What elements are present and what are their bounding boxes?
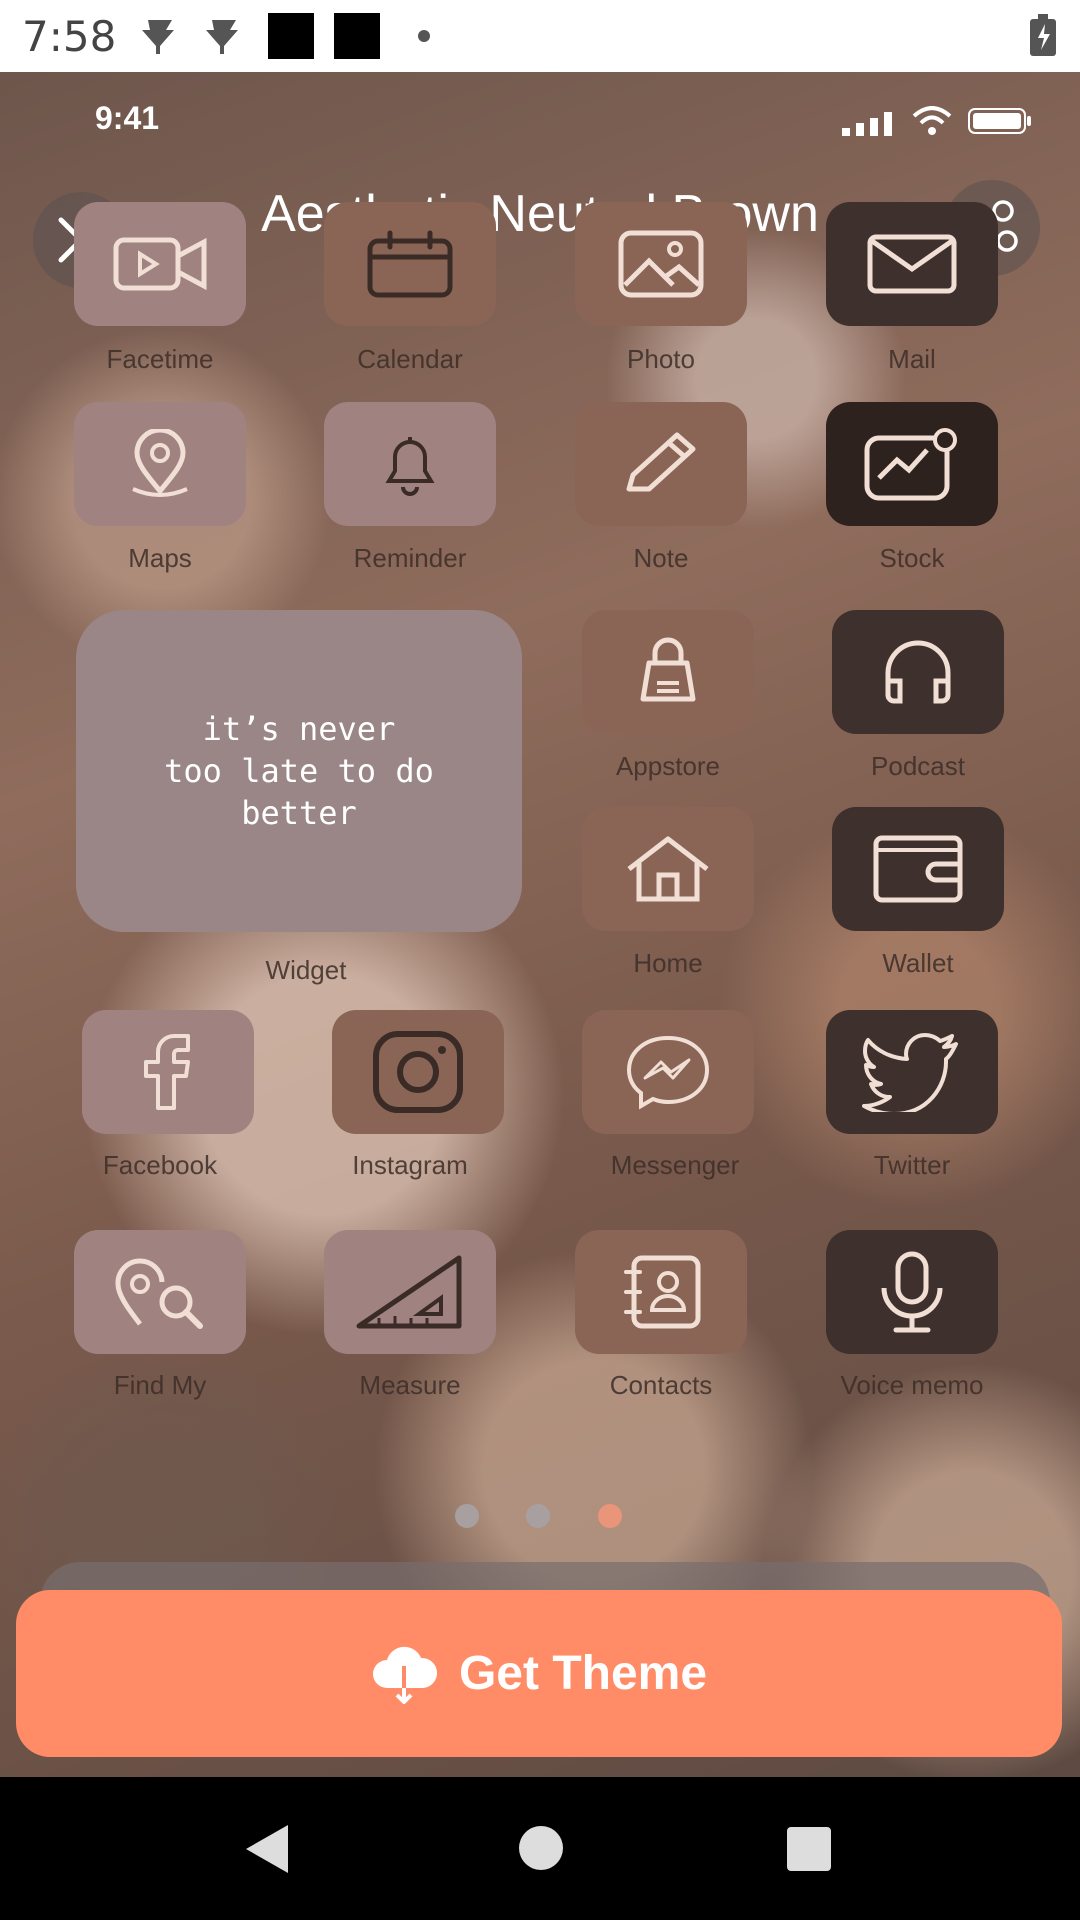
app-label: Facebook — [102, 1150, 218, 1180]
wifi-icon — [912, 106, 952, 141]
stock-chart-icon — [864, 428, 957, 501]
app-label: Mail — [888, 344, 936, 374]
contacts-book-icon — [624, 1255, 701, 1329]
find-my-icon — [115, 1258, 203, 1329]
app-label: Stock — [879, 543, 945, 573]
get-theme-label: Get Theme — [458, 1647, 708, 1700]
app-maps[interactable] — [74, 402, 246, 526]
app-facebook[interactable] — [82, 1010, 254, 1134]
preview-status-bar: 9:41 — [0, 72, 1080, 172]
photo-icon — [618, 230, 704, 298]
microphone-icon — [881, 1251, 943, 1333]
system-navigation-bar — [0, 1777, 1080, 1920]
headphones-icon — [885, 640, 951, 704]
page-dot-active[interactable] — [598, 1504, 622, 1528]
app-wallet[interactable] — [832, 807, 1004, 931]
theme-title: Aesthetic Neutral Brown — [261, 185, 819, 243]
get-theme-button[interactable]: Get Theme — [16, 1590, 1062, 1757]
app-messenger[interactable] — [582, 1010, 754, 1134]
app-label: Contacts — [609, 1370, 713, 1400]
video-camera-icon — [113, 237, 207, 291]
messenger-icon — [626, 1035, 710, 1110]
app-label: Voice memo — [840, 1370, 984, 1400]
preview-time: 9:41 — [95, 100, 160, 136]
theme-preview[interactable]: 9:41 Aesthetic Neutral Brown Facetime Ca… — [0, 72, 1080, 1777]
page-indicator — [0, 1504, 1080, 1534]
app-label: Photo — [627, 344, 695, 374]
app-label: Calendar — [357, 344, 463, 374]
app-label: Home — [633, 948, 703, 978]
shopping-bag-icon — [640, 637, 696, 702]
mail-icon — [867, 234, 957, 294]
bell-icon — [385, 437, 435, 496]
app-label: Messenger — [610, 1150, 740, 1180]
wallet-icon — [873, 835, 963, 903]
app-home[interactable] — [582, 807, 754, 931]
app-photo[interactable] — [575, 202, 747, 326]
app-voice-memo[interactable] — [826, 1230, 998, 1354]
quote-widget[interactable]: it’s never too late to do better — [76, 610, 522, 932]
system-time: 7:58 — [22, 12, 117, 61]
ruler-triangle-icon — [356, 1255, 462, 1329]
pencil-icon — [626, 432, 696, 492]
notification-icon — [204, 12, 244, 63]
app-reminder[interactable] — [324, 402, 496, 526]
app-find-my[interactable] — [74, 1230, 246, 1354]
app-label: Instagram — [352, 1150, 468, 1180]
app-label: Maps — [128, 543, 192, 573]
app-podcast[interactable] — [832, 610, 1004, 734]
back-button[interactable] — [244, 1823, 290, 1880]
notification-square-icon — [334, 13, 380, 59]
widget-label: Widget — [265, 955, 347, 985]
app-instagram[interactable] — [332, 1010, 504, 1134]
app-label: Find My — [113, 1370, 207, 1400]
signal-icon — [842, 112, 896, 141]
app-facetime[interactable] — [74, 202, 246, 326]
house-icon — [627, 836, 709, 902]
twitter-icon — [862, 1033, 958, 1112]
more-notifications-dot-icon — [418, 30, 430, 42]
page-dot[interactable] — [526, 1504, 550, 1528]
page-dot[interactable] — [455, 1504, 479, 1528]
app-label: Reminder — [353, 543, 467, 573]
app-measure[interactable] — [324, 1230, 496, 1354]
instagram-icon — [373, 1031, 463, 1113]
battery-charging-icon — [1030, 14, 1056, 61]
app-stock[interactable] — [826, 402, 998, 526]
back-triangle-icon — [246, 1825, 288, 1873]
app-label: Measure — [359, 1370, 461, 1400]
app-label: Podcast — [871, 751, 965, 781]
app-contacts[interactable] — [575, 1230, 747, 1354]
recents-button[interactable] — [787, 1827, 831, 1871]
app-label: Note — [633, 543, 689, 573]
notification-square-icon — [268, 13, 314, 59]
app-mail[interactable] — [826, 202, 998, 326]
app-label: Appstore — [615, 751, 721, 781]
app-appstore[interactable] — [582, 610, 754, 734]
app-label: Twitter — [873, 1150, 951, 1180]
app-note[interactable] — [575, 402, 747, 526]
facebook-icon — [144, 1034, 190, 1110]
notification-icon — [140, 12, 180, 63]
map-pin-icon — [132, 429, 188, 497]
cloud-download-icon — [373, 1646, 437, 1704]
widget-quote-text: it’s never too late to do better — [164, 710, 434, 832]
app-twitter[interactable] — [826, 1010, 998, 1134]
calendar-icon — [367, 230, 453, 298]
system-status-bar: 7:58 — [0, 0, 1080, 72]
battery-icon — [968, 108, 1032, 139]
app-calendar[interactable] — [324, 202, 496, 326]
home-button[interactable] — [519, 1826, 563, 1870]
app-label: Wallet — [882, 948, 954, 978]
app-label: Facetime — [106, 344, 214, 374]
